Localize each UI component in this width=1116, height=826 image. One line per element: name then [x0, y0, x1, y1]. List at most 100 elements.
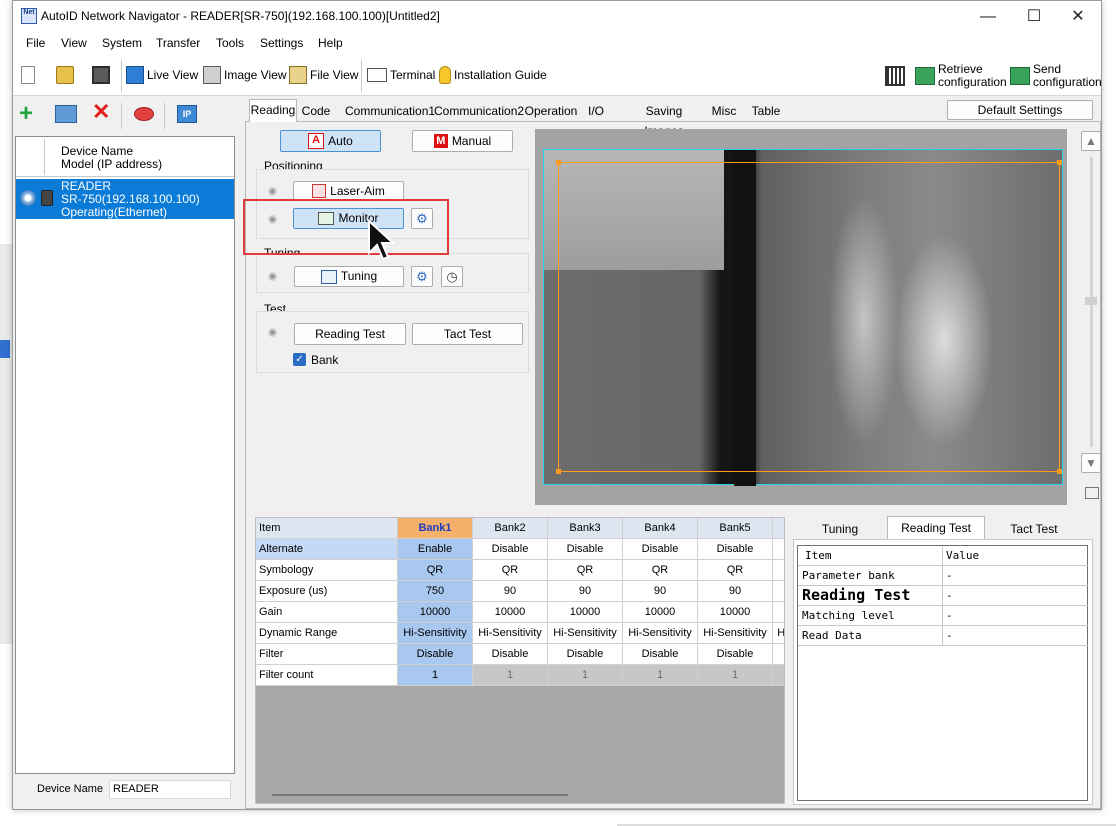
bank-table-value-cell[interactable]: QR	[473, 560, 548, 581]
bank-table-value-cell[interactable]: 10000	[548, 602, 623, 623]
ip-setting-icon[interactable]: IP	[177, 105, 197, 123]
bank-table-value-cell[interactable]: Disable	[548, 539, 623, 560]
tab-reading[interactable]: Reading	[249, 99, 297, 122]
bank-table-value-cell[interactable]: Enable	[398, 539, 473, 560]
bank-table-value-cell[interactable]: Disable	[473, 539, 548, 560]
bank-table-value-cell[interactable]: 750	[398, 581, 473, 602]
tab-table[interactable]: Table	[747, 101, 785, 121]
device-name-field[interactable]: READER	[109, 780, 231, 799]
search-device-icon[interactable]	[55, 105, 77, 123]
device-row-reader[interactable]: READER SR-750(192.168.100.100) Operating…	[16, 179, 234, 219]
bank-table-value-cell[interactable]: QR	[623, 560, 698, 581]
bank-table-header-bank2[interactable]: Bank2	[473, 518, 548, 539]
reading-test-radio[interactable]	[268, 328, 277, 337]
terminal-button[interactable]: Terminal	[367, 64, 435, 86]
bank-table-header-bank5[interactable]: Bank5	[698, 518, 773, 539]
image-view-button[interactable]: Image View	[203, 64, 286, 86]
bank-table-header-bank1[interactable]: Bank1	[398, 518, 473, 539]
tuning-radio[interactable]	[268, 272, 277, 281]
tuning-button[interactable]: Tuning	[294, 266, 404, 287]
bank-table-value-cell[interactable]: QR	[398, 560, 473, 581]
zoom-down-button[interactable]: ▼	[1081, 453, 1101, 473]
laser-aim-radio[interactable]	[268, 187, 277, 196]
retrieve-configuration-button[interactable]: Retrieve configuration	[915, 61, 1007, 91]
reading-test-button[interactable]: Reading Test	[294, 323, 406, 345]
menu-system[interactable]: System	[102, 36, 142, 50]
bank-table-value-cell[interactable]: 90	[473, 581, 548, 602]
menu-settings[interactable]: Settings	[260, 36, 303, 50]
tab-misc[interactable]: Misc	[707, 101, 741, 121]
add-device-icon[interactable]: +	[19, 102, 33, 126]
laser-aim-button[interactable]: Laser-Aim	[293, 181, 404, 201]
bank-table-value-cell[interactable]: Hi-Sensitivity	[623, 623, 698, 644]
zoom-up-button[interactable]: ▲	[1081, 131, 1101, 151]
zoom-slider-thumb[interactable]	[1085, 297, 1097, 305]
live-view-button[interactable]: Live View	[126, 64, 198, 86]
delete-device-icon[interactable]: ✕	[92, 101, 110, 123]
close-button[interactable]: ✕	[1055, 1, 1101, 32]
file-view-button[interactable]: File View	[289, 64, 358, 86]
bank-table-value-cell[interactable]: 90	[623, 581, 698, 602]
bank-table-value-cell[interactable]: 1	[398, 665, 473, 686]
minimize-button[interactable]: —	[965, 1, 1011, 32]
bank-table-value-cell[interactable]: Disable	[473, 644, 548, 665]
barcode-config-button[interactable]	[885, 62, 905, 90]
bank-table-value-cell[interactable]: Hi-Sensitivity	[548, 623, 623, 644]
bank-table-value-cell[interactable]: 10000	[398, 602, 473, 623]
bank-table-value-cell[interactable]: Disable	[398, 644, 473, 665]
default-settings-button[interactable]: Default Settings	[947, 100, 1093, 120]
bank-checkbox[interactable]: ✓	[293, 353, 306, 366]
menu-transfer[interactable]: Transfer	[156, 36, 200, 50]
send-configuration-button[interactable]: Send configuration	[1010, 61, 1102, 91]
menu-file[interactable]: File	[26, 36, 45, 50]
bank-table-value-cell[interactable]: 90	[548, 581, 623, 602]
save-button[interactable]	[92, 64, 110, 86]
bank-table-value-cell[interactable]: QR	[698, 560, 773, 581]
installation-guide-button[interactable]: Installation Guide	[439, 64, 547, 86]
tab-communication2[interactable]: Communication2	[434, 101, 524, 121]
bank-table-value-cell[interactable]: 1	[473, 665, 548, 686]
bank-table-value-cell[interactable]: Disable	[623, 644, 698, 665]
roi-handle[interactable]	[1057, 469, 1062, 474]
bank-table-value-cell[interactable]: Disable	[698, 644, 773, 665]
new-file-button[interactable]	[21, 64, 35, 86]
bank-table-value-cell[interactable]: 1	[623, 665, 698, 686]
live-image[interactable]	[543, 149, 1063, 486]
roi-handle[interactable]	[1057, 160, 1062, 165]
bank-table-value-cell[interactable]: 10000	[473, 602, 548, 623]
bank-table-value-cell[interactable]: Disable	[548, 644, 623, 665]
result-tab-tact-test[interactable]: Tact Test	[987, 519, 1081, 539]
bank-table-value-cell[interactable]: 1	[698, 665, 773, 686]
bank-table-value-cell[interactable]: 90	[698, 581, 773, 602]
fit-view-icon[interactable]	[1085, 487, 1099, 499]
bank-table-header-bank3[interactable]: Bank3	[548, 518, 623, 539]
tab-communication1[interactable]: Communication1	[345, 101, 435, 121]
result-tab-reading-test[interactable]: Reading Test	[887, 516, 985, 539]
maximize-button[interactable]: ☐	[1011, 1, 1057, 32]
bank-table-header-item[interactable]: Item	[256, 518, 398, 539]
bank-table-value-cell[interactable]: Hi-Sensitivity	[398, 623, 473, 644]
bank-table-value-cell[interactable]: 10000	[623, 602, 698, 623]
tuning-history-icon[interactable]: ◷	[441, 266, 463, 287]
tuning-settings-gear-icon[interactable]: ⚙	[411, 266, 433, 287]
disconnect-icon[interactable]	[134, 107, 154, 121]
open-file-button[interactable]	[56, 64, 74, 86]
bank-table-value-cell[interactable]: 10000	[698, 602, 773, 623]
roi-handle[interactable]	[556, 160, 561, 165]
tab-code[interactable]: Code	[301, 101, 331, 121]
result-tab-tuning[interactable]: Tuning	[793, 519, 887, 539]
bank-table-value-cell[interactable]: Hi-Sensitivity	[698, 623, 773, 644]
bank-table-value-cell[interactable]: 1	[548, 665, 623, 686]
auto-button[interactable]: A Auto	[280, 130, 381, 152]
tab-saving-images[interactable]: Saving Images	[625, 101, 703, 138]
tab-io[interactable]: I/O	[582, 101, 610, 121]
manual-button[interactable]: M Manual	[412, 130, 513, 152]
bank-table-value-cell[interactable]: QR	[548, 560, 623, 581]
bank-table-value-cell[interactable]: Disable	[623, 539, 698, 560]
tact-test-button[interactable]: Tact Test	[412, 323, 523, 345]
menu-tools[interactable]: Tools	[216, 36, 244, 50]
bank-table-value-cell[interactable]: Disable	[698, 539, 773, 560]
menu-help[interactable]: Help	[318, 36, 343, 50]
read-area-frame[interactable]	[556, 160, 1062, 474]
bank-table-header-bank4[interactable]: Bank4	[623, 518, 698, 539]
